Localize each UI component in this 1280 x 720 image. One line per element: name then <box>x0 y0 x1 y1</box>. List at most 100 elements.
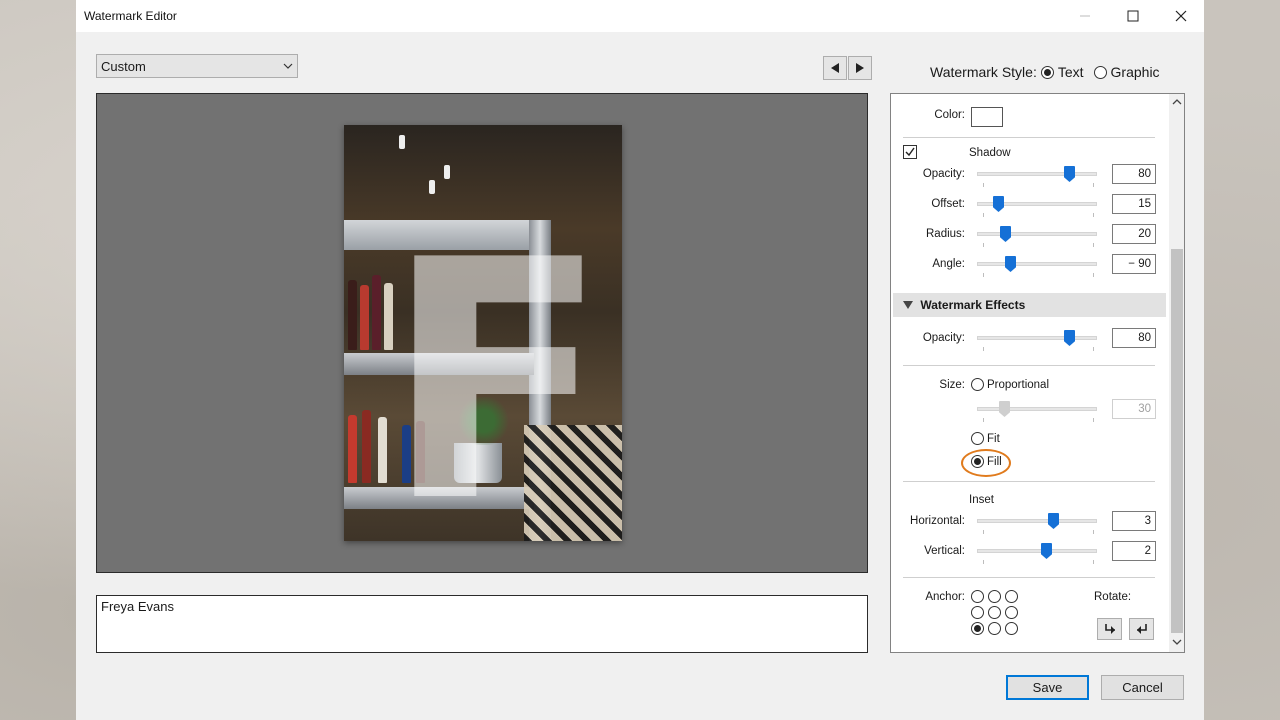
watermark-overlay: F <box>384 190 610 541</box>
triangle-right-icon <box>856 63 864 73</box>
shadow-radius-field[interactable]: 20 <box>1112 224 1156 244</box>
rotate-left-button[interactable] <box>1097 618 1122 640</box>
shadow-radius-label: Radius: <box>926 228 965 240</box>
color-label: Color: <box>934 109 965 121</box>
watermark-effects-header[interactable]: Watermark Effects <box>893 293 1166 317</box>
anchor-top-left-radio[interactable] <box>971 590 984 603</box>
ceiling-lamp <box>399 135 405 149</box>
scrollbar-thumb[interactable] <box>1171 249 1183 633</box>
watermark-text-input[interactable]: Freya Evans <box>96 595 868 653</box>
size-fit-label: Fit <box>987 433 1000 445</box>
slider-tick <box>1093 273 1094 277</box>
anchor-top-right-radio[interactable] <box>1005 590 1018 603</box>
shadow-radius-thumb[interactable] <box>1000 226 1011 242</box>
proportional-size-thumb[interactable] <box>999 401 1010 417</box>
bottle <box>348 415 357 483</box>
horizontal-inset-field[interactable]: 3 <box>1112 511 1156 531</box>
anchor-bottom-center-radio[interactable] <box>988 622 1001 635</box>
effects-opacity-slider[interactable] <box>977 336 1097 340</box>
shadow-checkbox[interactable] <box>903 145 917 159</box>
maximize-icon <box>1127 10 1139 22</box>
anchor-center-radio[interactable] <box>988 606 1001 619</box>
shadow-angle-thumb[interactable] <box>1005 256 1016 272</box>
slider-tick <box>1093 183 1094 187</box>
style-graphic-radio[interactable] <box>1093 65 1107 79</box>
horizontal-label: Horizontal: <box>910 515 965 527</box>
bottle <box>348 280 357 350</box>
slider-tick <box>1093 213 1094 217</box>
preset-value: Custom <box>101 58 146 74</box>
effects-opacity-field[interactable]: 80 <box>1112 328 1156 348</box>
divider <box>903 365 1155 366</box>
previous-image-button[interactable] <box>823 56 847 80</box>
vertical-inset-field[interactable]: 2 <box>1112 541 1156 561</box>
anchor-middle-right-radio[interactable] <box>1005 606 1018 619</box>
shadow-angle-slider[interactable] <box>977 262 1097 266</box>
shadow-offset-field[interactable]: 15 <box>1112 194 1156 214</box>
scroll-up-arrow[interactable] <box>1169 95 1184 111</box>
watermark-effects-title: Watermark Effects <box>920 298 1026 312</box>
settings-panel: Color: Shadow Opacity: 80 Offset: 15 Rad… <box>890 93 1185 653</box>
rotate-right-button[interactable] <box>1129 618 1154 640</box>
chevron-down-icon <box>283 63 293 69</box>
anchor-bottom-left-radio[interactable] <box>971 622 984 635</box>
minimize-button[interactable] <box>1062 0 1108 32</box>
shadow-angle-field[interactable]: − 90 <box>1112 254 1156 274</box>
next-image-button[interactable] <box>848 56 872 80</box>
chevron-up-icon <box>1172 99 1182 105</box>
horizontal-inset-slider[interactable] <box>977 519 1097 523</box>
color-swatch[interactable] <box>971 107 1003 127</box>
shadow-opacity-field[interactable]: 80 <box>1112 164 1156 184</box>
cancel-button[interactable]: Cancel <box>1101 675 1184 700</box>
size-proportional-radio[interactable] <box>971 378 984 391</box>
slider-tick <box>983 347 984 351</box>
size-fit-radio[interactable] <box>971 432 984 445</box>
effects-opacity-label: Opacity: <box>922 332 965 344</box>
anchor-label: Anchor: <box>925 591 965 603</box>
anchor-middle-left-radio[interactable] <box>971 606 984 619</box>
slider-tick <box>1093 418 1094 422</box>
shadow-opacity-slider[interactable] <box>977 172 1097 176</box>
maximize-button[interactable] <box>1110 0 1156 32</box>
slider-tick <box>983 243 984 247</box>
preset-dropdown[interactable]: Custom <box>96 54 298 78</box>
close-button[interactable] <box>1158 0 1204 32</box>
divider <box>903 481 1155 482</box>
bottle <box>362 410 371 483</box>
preview-photo: F <box>344 125 622 541</box>
save-button[interactable]: Save <box>1006 675 1089 700</box>
shadow-angle-label: Angle: <box>932 258 965 270</box>
divider <box>903 137 1155 138</box>
inset-label: Inset <box>969 494 994 506</box>
rotate-left-icon <box>1104 624 1115 634</box>
vertical-inset-thumb[interactable] <box>1041 543 1052 559</box>
panel-scrollbar[interactable] <box>1169 94 1184 652</box>
shadow-opacity-thumb[interactable] <box>1064 166 1075 182</box>
slider-tick <box>1093 530 1094 534</box>
horizontal-inset-thumb[interactable] <box>1048 513 1059 529</box>
slider-tick <box>983 418 984 422</box>
anchor-top-center-radio[interactable] <box>988 590 1001 603</box>
slider-tick <box>1093 347 1094 351</box>
window-title: Watermark Editor <box>84 9 177 23</box>
bottle <box>360 285 369 350</box>
vertical-label: Vertical: <box>924 545 965 557</box>
watermark-style-label: Watermark Style: <box>930 64 1037 80</box>
vertical-inset-slider[interactable] <box>977 549 1097 553</box>
anchor-bottom-right-radio[interactable] <box>1005 622 1018 635</box>
shadow-radius-slider[interactable] <box>977 232 1097 236</box>
scroll-down-arrow[interactable] <box>1169 635 1184 651</box>
proportional-size-field[interactable]: 30 <box>1112 399 1156 419</box>
effects-opacity-thumb[interactable] <box>1064 330 1075 346</box>
triangle-down-icon <box>903 301 913 309</box>
watermark-style-row: Watermark Style: Text Graphic <box>930 64 1160 80</box>
style-text-label: Text <box>1057 64 1084 80</box>
slider-tick <box>983 183 984 187</box>
style-text-radio[interactable] <box>1040 65 1054 79</box>
watermark-editor-window: Watermark Editor Custom F Freya Evans Wa… <box>76 0 1204 720</box>
shadow-offset-thumb[interactable] <box>993 196 1004 212</box>
anchor-grid <box>971 590 1022 635</box>
divider <box>903 577 1155 578</box>
proportional-size-slider[interactable] <box>977 407 1097 411</box>
slider-tick <box>983 530 984 534</box>
